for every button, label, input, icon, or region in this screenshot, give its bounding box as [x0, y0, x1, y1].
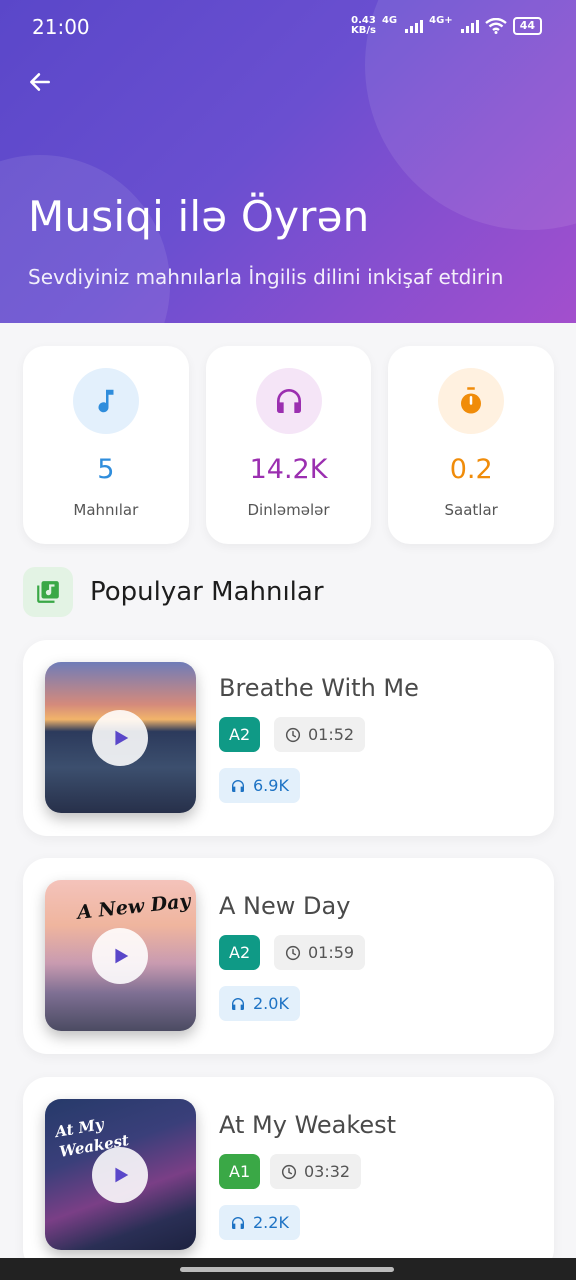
arrow-back-icon — [30, 73, 50, 91]
play-icon — [115, 1167, 129, 1183]
stat-icon-wrap — [438, 368, 505, 434]
song-title: At My Weakest — [219, 1111, 397, 1139]
speed-unit: KB/s — [350, 25, 376, 36]
stat-value: 5 — [97, 454, 115, 485]
signal-icon — [405, 19, 424, 33]
stat-label: Mahnılar — [73, 501, 139, 519]
song-card[interactable]: Breathe With Me A2 01:52 6.9K — [23, 640, 554, 836]
clock-icon — [285, 727, 301, 742]
song-cover — [45, 662, 196, 813]
stat-card-listens: 14.2K Dinləmələr — [205, 346, 372, 544]
song-cover: At My Weakest — [45, 1099, 196, 1250]
headphones-icon — [232, 779, 244, 792]
stat-value: 0.2 — [449, 454, 493, 485]
play-button[interactable] — [92, 928, 148, 984]
stat-label: Dinləmələr — [247, 501, 330, 519]
section-header: Populyar Mahnılar — [23, 567, 324, 617]
duration-text: 01:52 — [308, 725, 355, 744]
library-music-icon — [37, 581, 59, 603]
level-badge: A2 — [219, 717, 261, 752]
battery-icon: 44 — [512, 17, 542, 35]
stat-card-hours: 0.2 Saatlar — [388, 346, 555, 544]
header-banner: 21:00 0.43 KB/s 4G 4G+ 44 Musiqi ilə Öyr… — [0, 0, 576, 323]
battery-level: 44 — [519, 19, 535, 32]
section-icon-wrap — [23, 567, 73, 617]
song-cover: A New Day — [45, 880, 196, 1031]
plays-chip: 2.2K — [219, 1205, 300, 1240]
status-icons: 0.43 KB/s 4G 4G+ 44 — [351, 16, 542, 36]
stat-card-songs: 5 Mahnılar — [23, 346, 189, 544]
song-title: Breathe With Me — [219, 674, 419, 702]
plays-text: 2.2K — [253, 1213, 289, 1232]
stats-row: 5 Mahnılar 14.2K Dinləmələr 0.2 Saatlar — [23, 346, 555, 544]
play-button[interactable] — [92, 710, 148, 766]
plays-chip: 6.9K — [219, 768, 300, 803]
duration-chip: 03:32 — [270, 1154, 362, 1189]
headphones-icon — [232, 997, 244, 1010]
network-type-2: 4G+ — [429, 15, 453, 26]
network-speed: 0.43 KB/s — [351, 16, 376, 36]
status-bar: 21:00 0.43 KB/s 4G 4G+ 44 — [0, 0, 576, 56]
signal-icon — [460, 19, 479, 33]
timer-icon — [461, 387, 482, 414]
plays-text: 2.0K — [253, 994, 289, 1013]
stat-label: Saatlar — [444, 501, 498, 519]
song-card[interactable]: A New Day A New Day A2 01:59 2.0K — [23, 858, 554, 1054]
home-indicator[interactable] — [180, 1267, 394, 1272]
duration-text: 03:32 — [304, 1162, 351, 1181]
section-title: Populyar Mahnılar — [90, 577, 324, 607]
music-note-icon — [98, 389, 114, 413]
clock-icon — [281, 1164, 297, 1179]
play-icon — [115, 730, 129, 746]
stat-value: 14.2K — [249, 454, 328, 485]
duration-text: 01:59 — [308, 943, 355, 962]
back-button[interactable] — [24, 66, 56, 98]
duration-chip: 01:59 — [274, 935, 366, 970]
headphones-icon — [232, 1216, 244, 1229]
plays-chip: 2.0K — [219, 986, 300, 1021]
plays-text: 6.9K — [253, 776, 289, 795]
stat-icon-wrap — [255, 368, 322, 434]
stat-icon-wrap — [72, 368, 139, 434]
song-card[interactable]: At My Weakest At My Weakest A1 03:32 2.2… — [23, 1077, 554, 1273]
level-badge: A1 — [219, 1154, 261, 1189]
play-icon — [115, 948, 129, 964]
play-button[interactable] — [92, 1147, 148, 1203]
duration-chip: 01:52 — [274, 717, 366, 752]
song-title: A New Day — [219, 892, 351, 920]
network-type-1: 4G — [381, 15, 398, 26]
status-time: 21:00 — [32, 15, 90, 39]
page-title: Musiqi ilə Öyrən — [28, 192, 370, 241]
clock-icon — [285, 945, 301, 960]
level-badge: A2 — [219, 935, 261, 970]
headphones-icon — [276, 389, 301, 413]
page-subtitle: Sevdiyiniz mahnılarla İngilis dilini ink… — [28, 265, 504, 289]
wifi-icon — [484, 18, 507, 34]
